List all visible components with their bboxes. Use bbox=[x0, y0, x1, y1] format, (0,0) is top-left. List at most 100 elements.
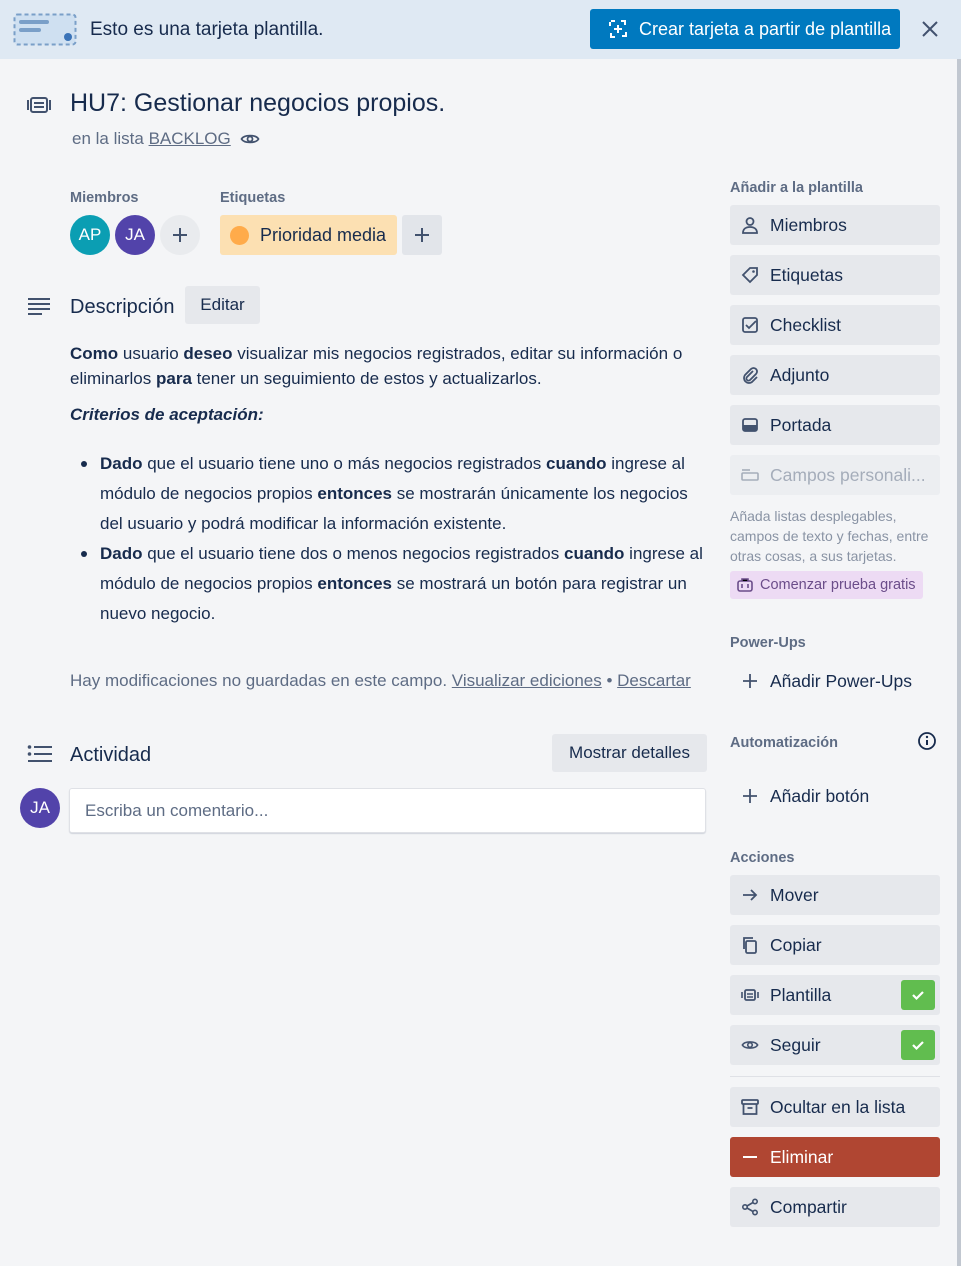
paperclip-icon bbox=[740, 365, 760, 385]
create-card-label: Crear tarjeta a partir de plantilla bbox=[639, 18, 892, 39]
bold-text-run: para bbox=[155, 369, 192, 388]
custom-fields-note: Añada listas desplegables, campos de tex… bbox=[730, 508, 929, 564]
sidebar-button-label: Miembros bbox=[770, 214, 847, 235]
template-icon bbox=[740, 985, 760, 1005]
members-label: Miembros bbox=[70, 190, 139, 206]
description-title: Descripción bbox=[70, 296, 175, 318]
criteria-item: Dado que el usuario tiene dos o menos ne… bbox=[81, 539, 710, 629]
move-button[interactable]: Mover bbox=[730, 875, 940, 915]
close-icon[interactable] bbox=[918, 17, 942, 41]
share-button[interactable]: Compartir bbox=[730, 1187, 940, 1227]
show-details-button[interactable]: Mostrar detalles bbox=[552, 734, 707, 772]
description-icon bbox=[28, 298, 50, 315]
sidebar-button-label: Plantilla bbox=[770, 984, 832, 1005]
plus-icon bbox=[740, 671, 760, 691]
view-edits-link[interactable]: Visualizar ediciones bbox=[452, 671, 602, 690]
card-template-icon bbox=[27, 97, 51, 113]
tag-icon bbox=[740, 265, 760, 285]
info-icon[interactable] bbox=[917, 731, 937, 751]
add-powerups-button[interactable]: Añadir Power-Ups bbox=[730, 661, 940, 701]
separator: • bbox=[606, 671, 613, 690]
unsaved-changes-notice: Hay modificaciones no guardadas en este … bbox=[70, 671, 691, 691]
sidebar-members-button[interactable]: Miembros bbox=[730, 205, 940, 245]
sidebar-button-label: Copiar bbox=[770, 934, 822, 955]
sidebar-button-label: Etiquetas bbox=[770, 264, 843, 285]
delete-button[interactable]: Eliminar bbox=[730, 1137, 940, 1177]
plus-icon bbox=[415, 228, 429, 242]
watching-eye-icon bbox=[240, 134, 260, 144]
edit-description-button[interactable]: Editar bbox=[185, 286, 260, 324]
bold-text-run: Dado bbox=[100, 544, 143, 563]
template-card-illustration-icon bbox=[13, 13, 77, 46]
sidebar-button-label: Portada bbox=[770, 414, 832, 435]
card-title[interactable]: HU7: Gestionar negocios propios. bbox=[70, 89, 445, 118]
activity-title: Actividad bbox=[70, 744, 152, 766]
trial-label: Comenzar prueba gratis bbox=[760, 577, 916, 593]
card-list-info: en la lista BACKLOG bbox=[72, 129, 231, 149]
add-to-template-heading: Añadir a la plantilla bbox=[730, 180, 863, 196]
archive-button[interactable]: Ocultar en la lista bbox=[730, 1087, 940, 1127]
list-link[interactable]: BACKLOG bbox=[149, 129, 231, 148]
sidebar-button-label: Campos personali... bbox=[770, 464, 926, 485]
bold-text-run: deseo bbox=[183, 344, 233, 363]
automation-heading: Automatización bbox=[730, 735, 838, 751]
discard-link[interactable]: Descartar bbox=[617, 671, 691, 690]
label-color-dot bbox=[230, 225, 249, 245]
criteria-list: Dado que el usuario tiene uno o más nego… bbox=[81, 449, 710, 629]
custom-fields-icon bbox=[740, 465, 760, 485]
sidebar-cover-button[interactable]: Portada bbox=[730, 405, 940, 445]
sidebar-button-label: Eliminar bbox=[770, 1146, 834, 1167]
create-card-from-template-button[interactable]: Crear tarjeta a partir de plantilla bbox=[590, 9, 900, 49]
sidebar-custom-fields-button[interactable]: Campos personali... bbox=[730, 455, 940, 495]
bold-text-run: cuando bbox=[546, 454, 607, 473]
actions-heading: Acciones bbox=[730, 850, 795, 866]
bold-text-run: entonces bbox=[317, 484, 393, 503]
add-card-icon bbox=[609, 20, 627, 38]
sidebar-divider bbox=[730, 1076, 940, 1077]
sidebar-button-label: Compartir bbox=[770, 1196, 847, 1217]
sidebar-attachment-button[interactable]: Adjunto bbox=[730, 355, 940, 395]
criteria-title: Criterios de aceptación: bbox=[70, 405, 264, 424]
sidebar-button-label: Adjunto bbox=[770, 364, 830, 385]
avatar-initials: AP bbox=[78, 225, 102, 244]
template-toggle-button[interactable]: Plantilla bbox=[730, 975, 940, 1015]
template-banner: Esto es una tarjeta plantilla. Crear tar… bbox=[0, 0, 961, 59]
arrow-right-icon bbox=[740, 885, 760, 905]
sidebar-button-label: Checklist bbox=[770, 314, 841, 335]
bold-text-run: entonces bbox=[317, 574, 393, 593]
unsaved-text: Hay modificaciones no guardadas en este … bbox=[70, 671, 448, 690]
bold-text-run: cuando bbox=[563, 544, 625, 563]
avatar[interactable]: JA bbox=[20, 788, 60, 828]
plus-icon bbox=[173, 228, 187, 242]
plus-icon bbox=[740, 786, 760, 806]
text-run: que el usuario tiene dos o menos negocio… bbox=[142, 544, 564, 563]
avatar[interactable]: AP bbox=[70, 215, 110, 255]
watch-toggle-button[interactable]: Seguir bbox=[730, 1025, 940, 1065]
start-free-trial-button[interactable]: Comenzar prueba gratis bbox=[730, 571, 923, 599]
checklist-icon bbox=[740, 315, 760, 335]
sidebar-button-label: Ocultar en la lista bbox=[770, 1096, 906, 1117]
text-run: que el usuario tiene uno o más negocios … bbox=[142, 454, 547, 473]
avatar[interactable]: JA bbox=[115, 215, 155, 255]
description-intro[interactable]: Como usuario deseo visualizar mis negoci… bbox=[70, 341, 710, 391]
copy-button[interactable]: Copiar bbox=[730, 925, 940, 965]
sidebar-button-label: Añadir Power-Ups bbox=[770, 670, 912, 691]
minus-icon bbox=[740, 1147, 760, 1167]
sidebar-labels-button[interactable]: Etiquetas bbox=[730, 255, 940, 295]
add-button-button[interactable]: Añadir botón bbox=[730, 776, 940, 816]
banner-text: Esto es una tarjeta plantilla. bbox=[90, 19, 324, 40]
cover-icon bbox=[740, 415, 760, 435]
labels-label: Etiquetas bbox=[220, 190, 286, 206]
add-label-button[interactable] bbox=[402, 215, 442, 255]
checkmark-icon bbox=[901, 980, 935, 1010]
sidebar-checklist-button[interactable]: Checklist bbox=[730, 305, 940, 345]
criteria-item: Dado que el usuario tiene uno o más nego… bbox=[81, 449, 710, 539]
add-member-button[interactable] bbox=[160, 215, 200, 255]
scrollbar-track[interactable] bbox=[957, 59, 961, 1266]
archive-icon bbox=[740, 1097, 760, 1117]
label-text: Prioridad media bbox=[260, 224, 387, 245]
label-chip[interactable]: Prioridad media bbox=[220, 215, 397, 255]
comment-input[interactable] bbox=[69, 788, 706, 833]
text-run: tener un seguimiento de estos y actualiz… bbox=[191, 369, 542, 388]
person-icon bbox=[740, 215, 760, 235]
